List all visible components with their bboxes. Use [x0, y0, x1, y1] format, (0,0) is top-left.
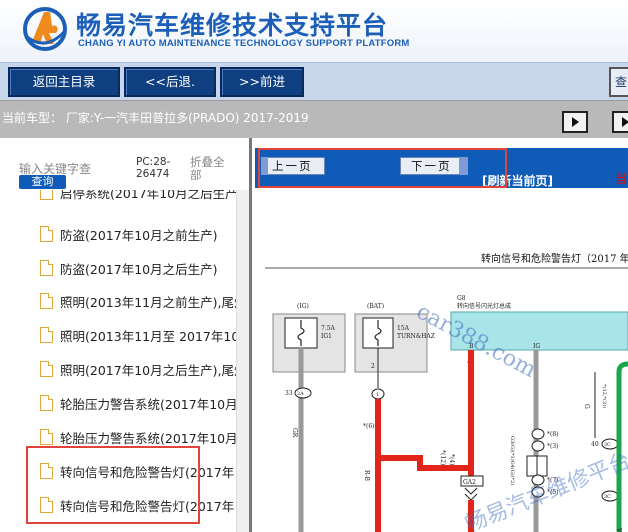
note-8: *(8)	[547, 431, 559, 438]
relay-label: G3(G)(*1)G4(G)(*2)	[509, 436, 516, 485]
sidebar-scrollbar[interactable]	[236, 190, 249, 532]
wiring-diagram: 转向信号和危险警告灯（2017 年 (IG) 7.5A IG1 33 2A GR…	[265, 252, 628, 532]
pin-33: 33	[285, 390, 293, 397]
brand-subtitle: CHANG YI AUTO MAINTENANCE TECHNOLOGY SUP…	[78, 38, 410, 49]
search-button[interactable]: 查询	[19, 175, 66, 189]
tree-item[interactable]: 照明(2017年10月之后生产),尾灯	[40, 359, 236, 381]
note-12b: *(12,*(3))	[601, 384, 608, 408]
note-12: *(12)	[439, 450, 446, 465]
tree-item[interactable]: 照明(2013年11月之前生产),尾灯	[40, 291, 236, 313]
wire-gr-label: GR	[291, 428, 298, 438]
note-3: *(3)	[547, 443, 559, 450]
tree-item[interactable]: 启停系统(2017年10月之后生产)	[40, 190, 236, 204]
document-icon	[40, 190, 53, 200]
wire-w-label: W	[615, 528, 622, 532]
home-button[interactable]: 返回主目录	[8, 67, 120, 97]
wire-rb-label: R-B	[363, 470, 370, 482]
fuse-ig-label: (IG)	[297, 303, 309, 310]
fuse-ig-name: IG1	[321, 333, 332, 340]
expand-button[interactable]	[562, 111, 588, 133]
module-pin-ig: IG	[533, 343, 540, 350]
tree-item[interactable]: 防盗(2017年10月之前生产)	[40, 224, 236, 246]
fuse-ig-rating: 7.5A	[321, 325, 336, 332]
diagram-title: 转向信号和危险警告灯（2017 年	[481, 252, 628, 265]
app-root: 畅易汽车维修技术支持平台 CHANG YI AUTO MAINTENANCE T…	[0, 0, 628, 532]
module-code: G8	[457, 295, 466, 302]
brand-logo-icon	[23, 7, 67, 51]
document-icon	[40, 226, 53, 242]
note-4: *(4)	[448, 454, 455, 466]
tree-item[interactable]: 轮胎压力警告系统(2017年10月	[40, 393, 236, 415]
document-icon	[40, 361, 53, 377]
model-bar: 当前车型： 厂家:Y-一汽丰田普拉多(PRADO) 2017-2019	[0, 100, 628, 138]
nav-bar: 返回主目录 <<后退. >>前进 查	[0, 62, 628, 100]
document-icon	[40, 260, 53, 276]
current-model-label: 当前车型： 厂家:Y-一汽丰田普拉多(PRADO) 2017-2019	[2, 111, 309, 125]
side-marker: 当	[615, 172, 628, 186]
module-name: 转向信号闪光灯总成	[457, 302, 511, 310]
pin-1: 1	[376, 392, 379, 398]
back-button[interactable]: <<后退.	[124, 67, 216, 97]
sidebar: 输入关键字查 查询 PC:28-26474 折叠全部 启停系统(2017年10月…	[0, 138, 252, 532]
tree-item[interactable]: 防盗(2017年10月之后生产)	[40, 258, 236, 280]
fuse-bat-rating: 15A	[397, 325, 410, 332]
fuse-bat-name: TURN&HAZ	[397, 333, 435, 340]
content-panel: 上一页 下一页 [刷新当前页] 当 转向信号和危险警告灯（2017 年 (IG)…	[255, 138, 628, 532]
pin-3c-lower: 3C	[604, 494, 611, 500]
note-6: *(6)	[363, 423, 375, 430]
document-icon	[40, 327, 53, 343]
forward-button[interactable]: >>前进	[220, 67, 304, 97]
collapse-all-button[interactable]: 折叠全部	[190, 156, 230, 182]
selection-highlight	[26, 446, 200, 524]
play-icon	[572, 117, 579, 127]
header: 畅易汽车维修技术支持平台 CHANG YI AUTO MAINTENANCE T…	[0, 0, 628, 62]
fuse-bat-label: (BAT)	[367, 303, 384, 310]
document-icon	[40, 395, 53, 411]
brand-title: 畅易汽车维修技术支持平台	[76, 11, 389, 40]
pin-ga2: GA2	[463, 479, 476, 486]
pin-2: 2	[371, 363, 375, 370]
pin-3c-upper: 3C	[604, 442, 611, 448]
pc-counter: PC:28-26474	[136, 156, 171, 180]
document-icon	[40, 429, 53, 445]
tree-item[interactable]: 照明(2013年11月至 2017年10月	[40, 325, 236, 347]
query-button[interactable]: 查	[609, 67, 628, 97]
play-icon	[622, 117, 628, 127]
next-panel-button[interactable]	[612, 111, 628, 133]
pin-40: 40	[591, 441, 599, 448]
pager-highlight	[258, 148, 507, 188]
wire-g-label: G	[583, 404, 590, 409]
pin-2a: 2A	[297, 391, 304, 397]
document-icon	[40, 293, 53, 309]
